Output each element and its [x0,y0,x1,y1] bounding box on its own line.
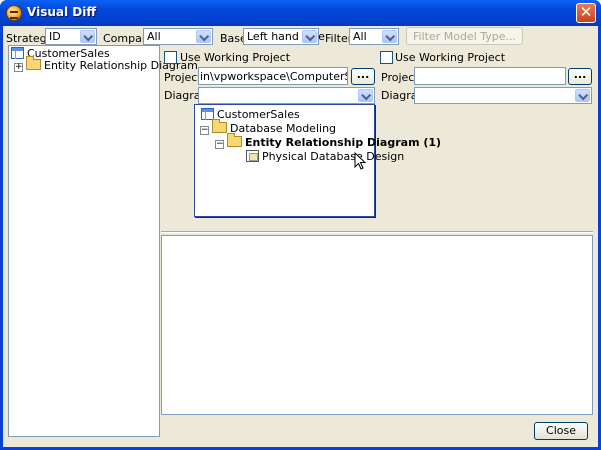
splitter-horizontal[interactable] [161,231,593,233]
chevron-down-icon[interactable] [80,30,95,43]
diff-result-area[interactable] [161,235,593,415]
title-bar[interactable]: Visual Diff ✕ [0,0,601,26]
grid-icon [11,47,24,59]
right-use-working-project-label: Use Working Project [395,51,506,64]
collapse-icon[interactable]: − [200,126,209,135]
left-project-field[interactable]: in\vpworkspace\ComputerSales_1_0.vpp [198,67,348,85]
popup-item-label: CustomerSales [217,108,300,121]
strategy-value: ID [49,30,61,43]
popup-tree-item[interactable]: Physical Database Design [246,150,404,164]
close-button[interactable]: Close [534,422,588,440]
left-use-working-project-checkbox[interactable] [164,51,177,64]
popup-tree-item[interactable]: − Entity Relationship Diagram (1) [215,133,442,150]
chevron-down-icon[interactable] [382,30,397,43]
chevron-down-icon[interactable] [575,89,590,102]
compare-select[interactable]: All [143,28,213,45]
folder-erd-icon [26,56,41,70]
filter-select[interactable]: All [349,28,399,45]
popup-tree-item[interactable]: − Database Modeling [200,119,337,136]
left-project-value: in\vpworkspace\ComputerSales_1_0.vpp [200,70,347,83]
filter-value: All [353,30,367,43]
chevron-down-icon[interactable] [358,89,373,102]
mouse-cursor-icon [354,152,366,170]
left-use-working-project-label: Use Working Project [180,51,291,64]
right-diagram-select[interactable] [414,87,592,104]
collapse-icon[interactable]: − [215,140,224,149]
diagram-dropdown-popup[interactable]: CustomerSales − Database Modeling − Entity… [194,104,441,217]
chevron-down-icon[interactable] [302,30,317,43]
right-browse-button[interactable]: ... [568,68,592,85]
popup-item-label: Entity Relationship Diagram (1) [245,136,442,149]
left-browse-button[interactable]: ... [351,68,375,85]
left-diagram-select[interactable] [198,87,375,104]
erd-diagram-icon [246,150,259,162]
folder-erd-icon [227,133,242,147]
chevron-down-icon[interactable] [196,30,211,43]
model-tree[interactable]: CustomerSales + Entity Relationship Diagr… [8,45,198,437]
folder-icon [212,119,227,133]
dialog-client-area: Strategy: ID Compare: All Base: Left han… [3,26,598,447]
right-use-working-project-checkbox[interactable] [380,51,393,64]
filter-model-type-button[interactable]: Filter Model Type... [406,27,524,45]
base-select[interactable]: Left hand side [243,28,325,45]
expand-icon[interactable]: + [14,63,23,72]
window-title: Visual Diff [27,5,97,19]
visual-diff-icon [6,5,22,21]
visual-diff-window: Visual Diff ✕ Strategy: ID Compare: All … [0,0,601,450]
compare-value: All [147,30,161,43]
strategy-select[interactable]: ID [45,28,97,45]
window-close-button[interactable]: ✕ [576,3,596,23]
popup-item-label: Physical Database Design [262,150,405,163]
right-project-field[interactable] [414,67,566,85]
popup-item-label: Database Modeling [230,122,337,135]
